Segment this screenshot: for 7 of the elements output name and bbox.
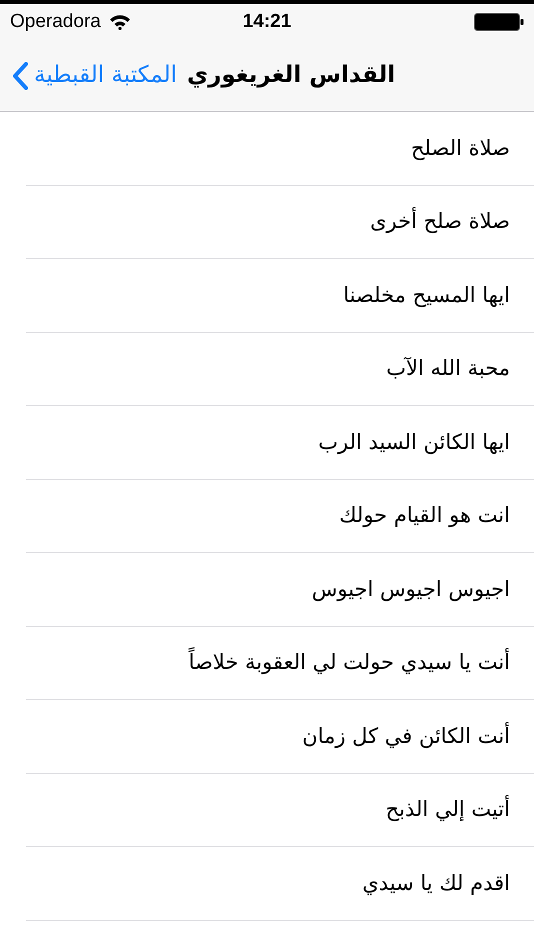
- battery-icon: [474, 13, 524, 31]
- clock-time: 14:21: [242, 10, 292, 34]
- carrier-name: Operadora: [10, 10, 101, 34]
- screen-title: القداس الغريغوري: [187, 61, 396, 90]
- wifi-icon: [108, 14, 131, 30]
- back-button[interactable]: المكتبة القبطية: [12, 58, 178, 93]
- chevron-left-icon: [12, 62, 28, 90]
